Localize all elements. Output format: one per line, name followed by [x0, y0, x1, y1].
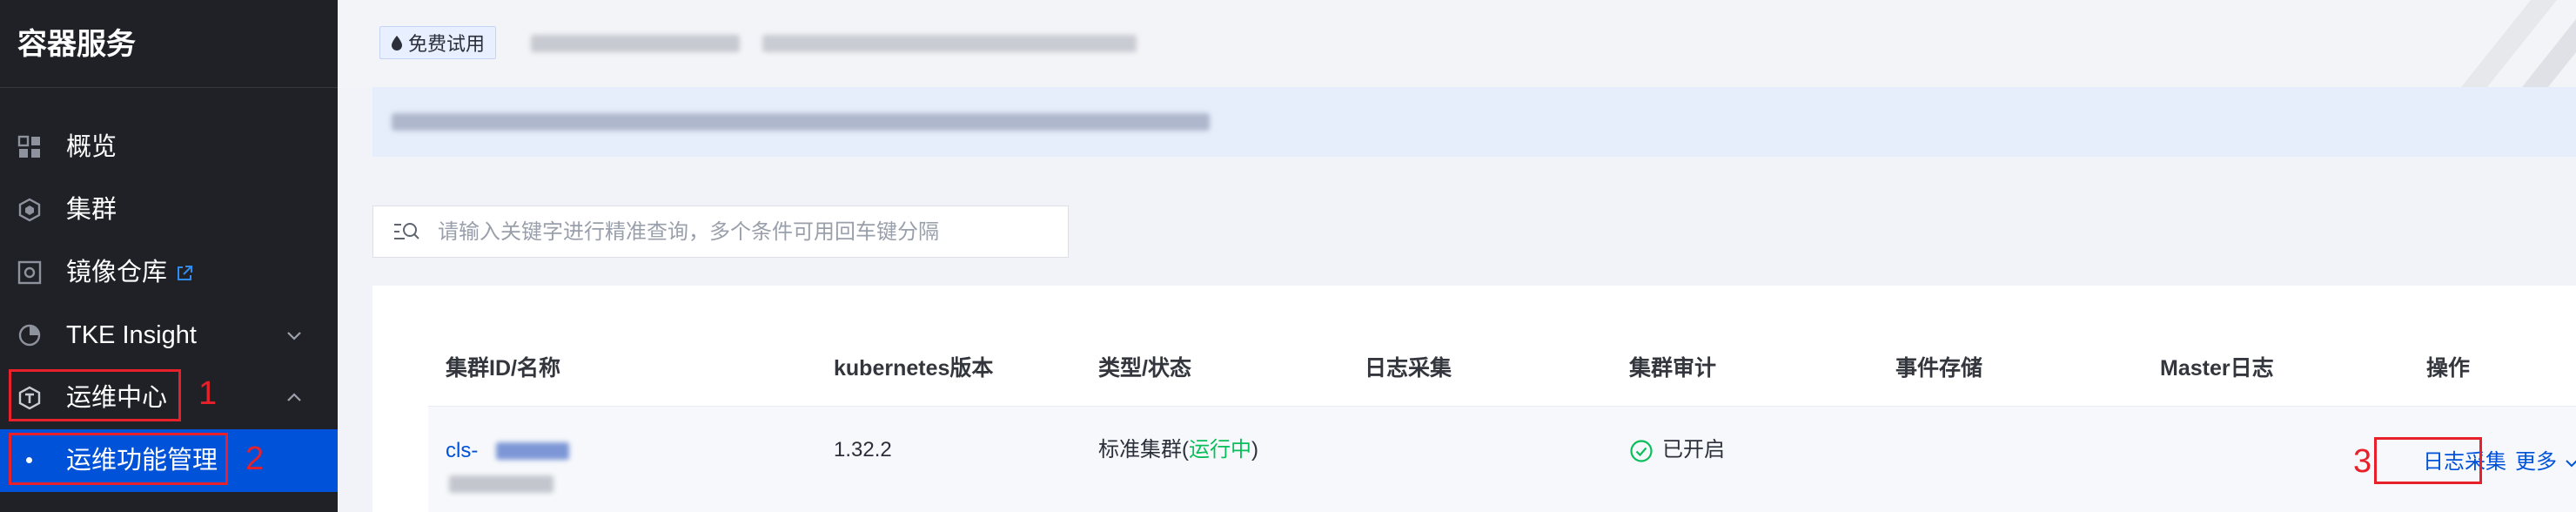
table-row	[428, 407, 2576, 512]
sidebar-item-cluster[interactable]: 集群	[0, 179, 338, 241]
sidebar-item-label: TKE Insight	[66, 321, 197, 349]
image-registry-icon	[17, 260, 42, 285]
sidebar: 容器服务 概览 集群 镜像仓库 TKE Insight 运维中心 运维功能管理 …	[0, 0, 338, 512]
column-header: 集群审计	[1629, 356, 1717, 381]
annotation-box-1	[9, 369, 181, 421]
more-actions[interactable]: 更多	[2515, 448, 2576, 477]
main-content: 免费试用 集群ID/名称 kubernetes版本 类型/状态 日志采集 集群审…	[338, 0, 2576, 512]
sidebar-divider	[0, 87, 338, 88]
water-drop-icon	[392, 36, 402, 51]
column-header: 操作	[2426, 356, 2471, 381]
redacted-text	[392, 113, 1210, 131]
chevron-down-icon[interactable]	[284, 325, 305, 346]
search-input[interactable]	[436, 215, 1049, 250]
free-trial-label: 免费试用	[408, 33, 486, 55]
column-header: Master日志	[2160, 356, 2274, 381]
cluster-id-cell: cls-	[446, 436, 478, 466]
redacted-text	[449, 475, 553, 493]
dashboard-grid-icon	[17, 135, 40, 158]
status-paren-close: )	[1251, 438, 1258, 461]
audit-status: 已开启	[1629, 435, 1725, 465]
sidebar-item-image-registry[interactable]: 镜像仓库	[0, 241, 338, 304]
kubernetes-version: 1.32.2	[834, 438, 892, 461]
free-trial-badge[interactable]: 免费试用	[379, 26, 497, 59]
more-button[interactable]: 更多	[2515, 450, 2557, 474]
redacted-text	[496, 442, 569, 460]
external-link-icon	[178, 266, 193, 281]
top-header: 免费试用	[338, 0, 2576, 87]
annotation-number-1: 1	[198, 375, 218, 412]
pie-chart-icon	[18, 324, 41, 347]
sidebar-item-label: 概览	[66, 133, 117, 161]
redacted-text	[762, 35, 1137, 52]
annotation-box-3	[2374, 437, 2482, 484]
sidebar-item-tke-insight[interactable]: TKE Insight	[0, 304, 338, 367]
check-circle-icon	[1630, 440, 1653, 462]
app-title: 容器服务	[17, 28, 136, 61]
cluster-table: 集群ID/名称 kubernetes版本 类型/状态 日志采集 集群审计 事件存…	[372, 286, 2576, 512]
header-decoration	[2461, 0, 2576, 87]
cluster-type: 标准集群	[1098, 438, 1182, 461]
annotation-number-3: 3	[2353, 443, 2372, 480]
annotation-number-2: 2	[245, 441, 265, 477]
cluster-id-link[interactable]: cls-	[446, 439, 478, 462]
redacted-text	[531, 35, 740, 52]
annotation-box-2	[9, 433, 228, 485]
status-running: 运行中	[1189, 438, 1251, 461]
notice-banner	[372, 87, 2576, 157]
cluster-type-status: 标准集群(运行中)	[1098, 435, 1258, 465]
column-header: kubernetes版本	[834, 356, 994, 381]
column-header: 类型/状态	[1098, 356, 1191, 381]
filter-search-icon	[394, 223, 419, 239]
audit-status-label: 已开启	[1662, 438, 1725, 461]
chevron-down-icon	[2566, 459, 2576, 468]
column-header: 日志采集	[1365, 356, 1452, 381]
chevron-up-icon[interactable]	[284, 387, 305, 408]
status-paren-open: (	[1182, 438, 1189, 461]
sidebar-item-overview[interactable]: 概览	[0, 116, 338, 179]
column-header: 事件存储	[1895, 356, 1983, 381]
column-header: 集群ID/名称	[446, 356, 560, 381]
cluster-hexagon-icon	[18, 198, 41, 222]
sidebar-item-label: 镜像仓库	[66, 259, 168, 286]
sidebar-item-label: 集群	[66, 196, 117, 224]
search-box[interactable]	[372, 205, 1069, 258]
